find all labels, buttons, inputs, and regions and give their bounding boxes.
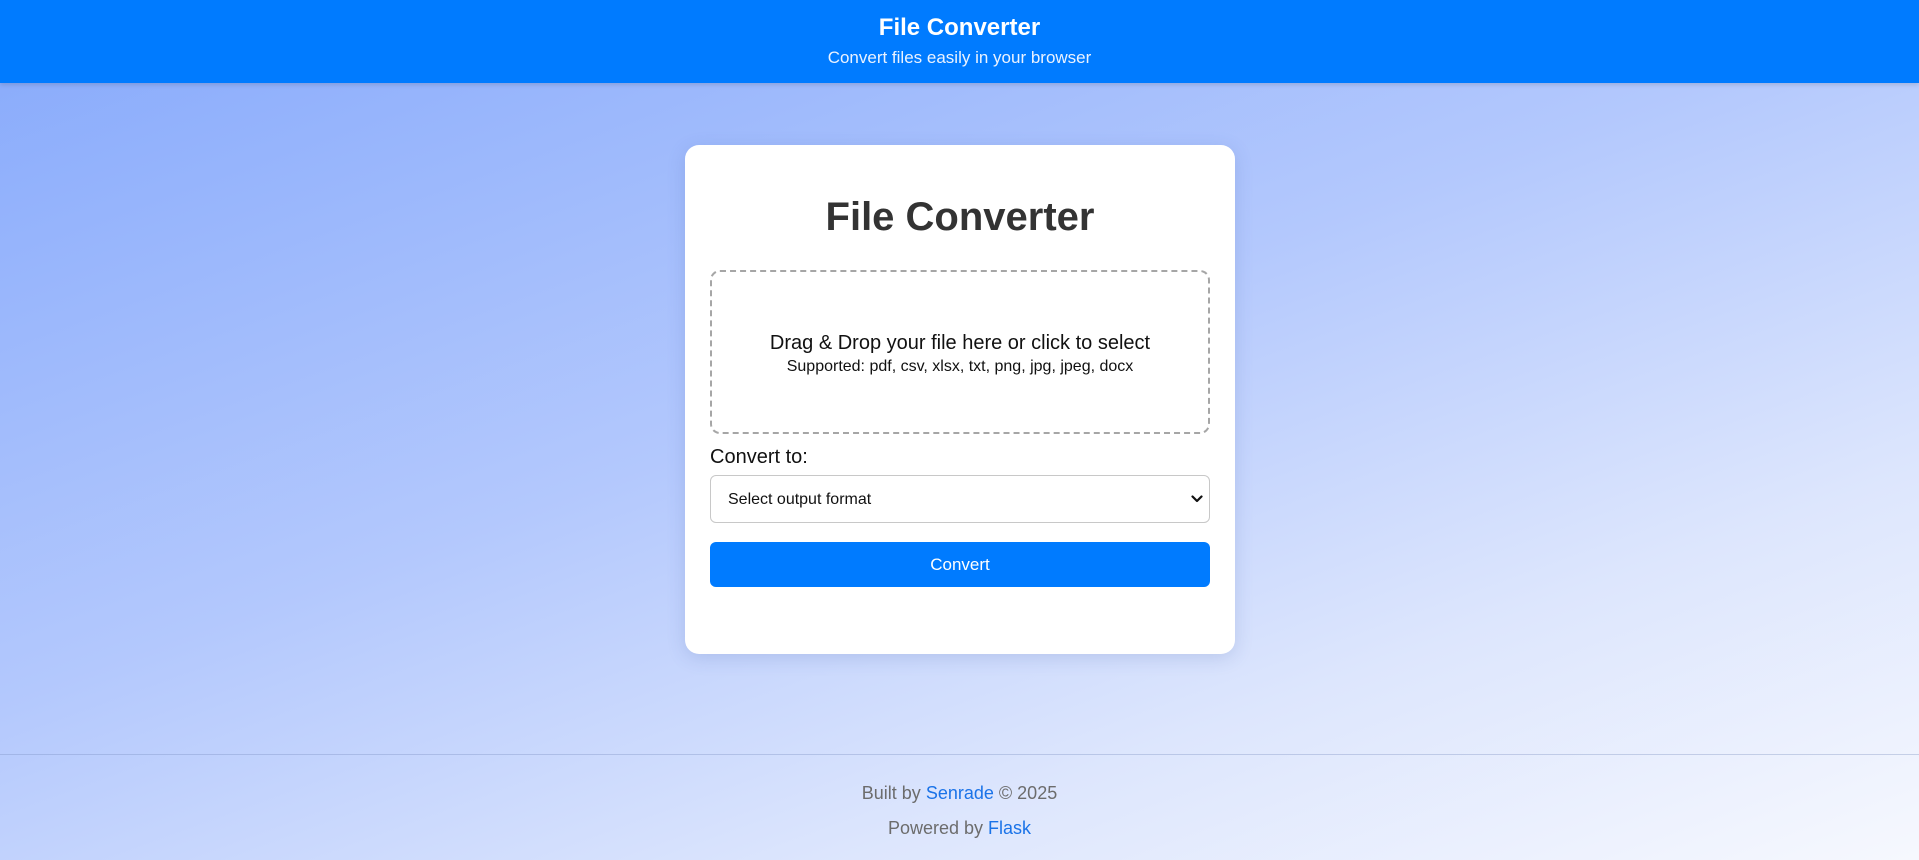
footer-built-by: Built by Senrade © 2025 bbox=[0, 782, 1919, 804]
file-dropzone[interactable]: Drag & Drop your file here or click to s… bbox=[710, 270, 1210, 434]
footer-author-link[interactable]: Senrade bbox=[926, 783, 994, 803]
convert-button[interactable]: Convert bbox=[710, 542, 1210, 587]
card-title: File Converter bbox=[825, 195, 1095, 239]
header-subtitle: Convert files easily in your browser bbox=[827, 48, 1092, 67]
footer-copyright: © 2025 bbox=[998, 783, 1058, 803]
output-format-select[interactable]: Select output format bbox=[710, 475, 1210, 523]
footer-divider bbox=[0, 754, 1919, 755]
footer-built-by-prefix: Built by bbox=[861, 783, 921, 803]
dropzone-instructions: Drag & Drop your file here or click to s… bbox=[769, 332, 1151, 354]
convert-to-label: Convert to: bbox=[710, 446, 808, 468]
header-title: File Converter bbox=[878, 14, 1041, 41]
footer-powered-by-prefix: Powered by bbox=[887, 818, 984, 838]
footer-flask-link[interactable]: Flask bbox=[988, 818, 1031, 838]
converter-card: File Converter Drag & Drop your file her… bbox=[685, 145, 1235, 654]
footer-powered-by: Powered by Flask bbox=[0, 817, 1919, 839]
top-header: File Converter Convert files easily in y… bbox=[0, 0, 1919, 83]
chevron-down-icon bbox=[1191, 492, 1203, 506]
output-format-selected-value: Select output format bbox=[728, 491, 872, 508]
dropzone-supported-formats: Supported: pdf, csv, xlsx, txt, png, jpg… bbox=[786, 358, 1134, 375]
